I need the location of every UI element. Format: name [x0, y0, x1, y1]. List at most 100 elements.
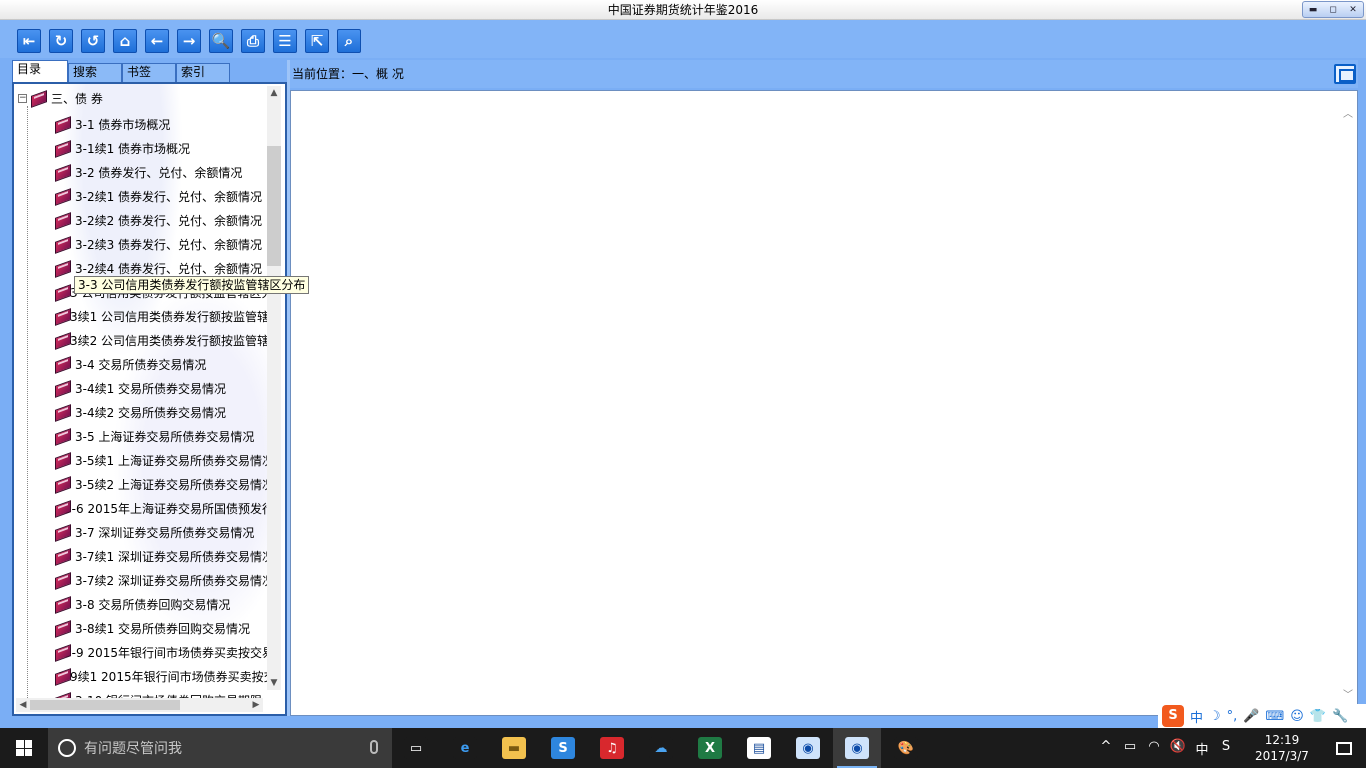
book-icon [54, 382, 71, 395]
scroll-up-icon[interactable]: ︿ [1343, 105, 1353, 120]
tree-item[interactable]: 3-7续2 深圳证券交易所债券交易情况 [54, 568, 274, 592]
find-button[interactable]: ⌕ [337, 29, 361, 53]
minimize-button[interactable]: ▬ [1304, 3, 1322, 17]
scroll-left-icon[interactable]: ◀ [16, 698, 30, 712]
ime-item-icon[interactable]: ☽ [1209, 709, 1221, 724]
tree-item[interactable]: 3-2续1 债券发行、兑付、余额情况 [54, 184, 274, 208]
tray-icon[interactable]: 中 [1190, 739, 1214, 758]
scroll-right-icon[interactable]: ▶ [249, 698, 263, 712]
tree-item[interactable]: 3-2 债券发行、兑付、余额情况 [54, 160, 274, 184]
clock[interactable]: 12:19 2017/3/7 [1242, 732, 1322, 764]
taskbar-app-yearbook-viewer-1[interactable]: ◉ [784, 728, 832, 768]
tree-vertical-scrollbar[interactable]: ▲ ▼ [267, 86, 281, 690]
tree-item[interactable]: 3-2续2 债券发行、兑付、余额情况 [54, 208, 274, 232]
forward-button[interactable]: → [177, 29, 201, 53]
print-button[interactable]: ⎙ [241, 29, 265, 53]
tree-item[interactable]: 3-5 上海证券交易所债券交易情况 [54, 424, 274, 448]
tray-icon[interactable]: ▭ [1118, 739, 1142, 758]
taskbar-app-file-explorer[interactable]: ▬ [490, 728, 538, 768]
tray-icon[interactable]: S [1214, 739, 1238, 758]
taskbar-app-excel[interactable]: X [686, 728, 734, 768]
back-button[interactable]: ← [145, 29, 169, 53]
scroll-down-icon[interactable]: ﹀ [1343, 686, 1353, 701]
tree-item[interactable]: 3-6 2015年上海证券交易所国债预发行 [54, 496, 274, 520]
tree-item[interactable]: 3-8续1 交易所债券回购交易情况 [54, 616, 274, 640]
taskbar-search[interactable]: 有问题尽管问我 [48, 728, 392, 768]
book-icon [54, 622, 71, 635]
reload-button[interactable]: ↺ [81, 29, 105, 53]
ime-item-icon[interactable]: 🔧 [1332, 709, 1348, 724]
scrollbar-thumb[interactable] [30, 700, 180, 710]
tree-horizontal-scrollbar[interactable]: ◀ ▶ [16, 698, 263, 712]
tree-item[interactable]: 3-3续2 公司信用类债券发行额按监管辖区分布 [54, 328, 274, 352]
ime-item-icon[interactable]: 中 [1190, 707, 1203, 726]
windows-logo-icon [16, 740, 32, 756]
scrollbar-thumb[interactable] [267, 146, 281, 266]
taskbar-app-baidu-netdisk[interactable]: ☁ [637, 728, 685, 768]
tray-icon[interactable]: ^ [1094, 739, 1118, 758]
book-icon [54, 574, 71, 587]
clock-time: 12:19 [1264, 733, 1300, 747]
panel-tabs: 目录 搜索 书签 索引 [12, 60, 287, 82]
tree-item-label: 3-4续2 交易所债券交易情况 [75, 405, 227, 420]
search-button[interactable]: 🔍 [209, 29, 233, 53]
refresh-button[interactable]: ↻ [49, 29, 73, 53]
yearbook-viewer-2-icon: ◉ [845, 737, 869, 759]
tree-item[interactable]: 3-4续2 交易所债券交易情况 [54, 400, 274, 424]
tab-contents[interactable]: 目录 [12, 60, 68, 82]
tree-item[interactable]: 3-9 2015年银行间市场债券买卖按交易 [54, 640, 274, 664]
tray-icon[interactable]: ◠ [1142, 739, 1166, 758]
export-button[interactable]: ⇱ [305, 29, 329, 53]
scroll-down-icon[interactable]: ▼ [267, 676, 281, 690]
taskbar-app-task-view[interactable]: ▭ [392, 728, 440, 768]
main-toolbar: ⇤ ↻ ↺ ⌂ ← → 🔍 ⎙ ☰ ⇱ ⌕ [0, 20, 1366, 58]
ime-item-icon[interactable]: 🎤 [1243, 709, 1259, 724]
tree-item[interactable]: 3-1 债券市场概况 [54, 112, 274, 136]
system-tray: ^ ▭ ◠ 🔇 中 S 12:19 2017/3/7 [1094, 728, 1366, 768]
microphone-icon[interactable] [370, 740, 378, 754]
ime-item-icon[interactable]: 👕 [1310, 709, 1326, 724]
book-icon [54, 214, 71, 227]
sogou-ime-logo[interactable]: S [1162, 705, 1184, 727]
tree-item[interactable]: 3-7 深圳证券交易所债券交易情况 [54, 520, 274, 544]
tab-search[interactable]: 搜索 [68, 63, 122, 82]
notification-center-icon[interactable] [1322, 728, 1366, 768]
exit-button[interactable]: ⇤ [17, 29, 41, 53]
notes-button[interactable]: ☰ [273, 29, 297, 53]
tray-icon[interactable]: 🔇 [1166, 739, 1190, 758]
tree-root-node[interactable]: − 三、债 券 [18, 88, 103, 108]
book-icon [30, 92, 47, 105]
tree-item[interactable]: 3-9续1 2015年银行间市场债券买卖按交易 [54, 664, 274, 688]
tab-bookmarks[interactable]: 书签 [122, 63, 176, 82]
tree-item[interactable]: 3-4 交易所债券交易情况 [54, 352, 274, 376]
ime-item-icon[interactable]: ⌨ [1266, 709, 1285, 724]
tree-item[interactable]: 3-1续1 债券市场概况 [54, 136, 274, 160]
close-button[interactable]: ✕ [1344, 3, 1362, 17]
taskbar-app-paint[interactable]: 🎨 [882, 728, 930, 768]
collapse-icon[interactable]: − [18, 93, 27, 103]
tree-item[interactable]: 3-8 交易所债券回购交易情况 [54, 592, 274, 616]
tree-item[interactable]: 3-7续1 深圳证券交易所债券交易情况 [54, 544, 274, 568]
content-view[interactable]: ︿ ﹀ [290, 90, 1358, 716]
fullscreen-icon[interactable] [1334, 64, 1356, 84]
taskbar-app-netease-music[interactable]: ♫ [588, 728, 636, 768]
tree-item[interactable]: 3-3续1 公司信用类债券发行额按监管辖区分布 [54, 304, 274, 328]
taskbar-app-yearbook-viewer-2[interactable]: ◉ [833, 728, 881, 768]
ime-item-icon[interactable]: °, [1227, 709, 1238, 724]
tree-item[interactable]: 3-2续3 债券发行、兑付、余额情况 [54, 232, 274, 256]
window-titlebar: 中国证券期货统计年鉴2016 ▬ ◻ ✕ [0, 0, 1366, 20]
taskbar-app-edge[interactable]: e [441, 728, 489, 768]
tab-index[interactable]: 索引 [176, 63, 230, 82]
maximize-button[interactable]: ◻ [1324, 3, 1342, 17]
home-button[interactable]: ⌂ [113, 29, 137, 53]
tree-item[interactable]: 3-5续2 上海证券交易所债券交易情况 [54, 472, 274, 496]
taskbar-app-app-window[interactable]: ▤ [735, 728, 783, 768]
start-button[interactable] [0, 728, 48, 768]
tree-item-label: 3-9续1 2015年银行间市场债券买卖按交易 [58, 669, 274, 684]
book-icon [54, 238, 71, 251]
taskbar-app-sogou-browser[interactable]: S [539, 728, 587, 768]
scroll-up-icon[interactable]: ▲ [267, 86, 281, 100]
ime-item-icon[interactable]: ☺ [1290, 709, 1304, 724]
tree-item[interactable]: 3-5续1 上海证券交易所债券交易情况 [54, 448, 274, 472]
tree-item[interactable]: 3-4续1 交易所债券交易情况 [54, 376, 274, 400]
